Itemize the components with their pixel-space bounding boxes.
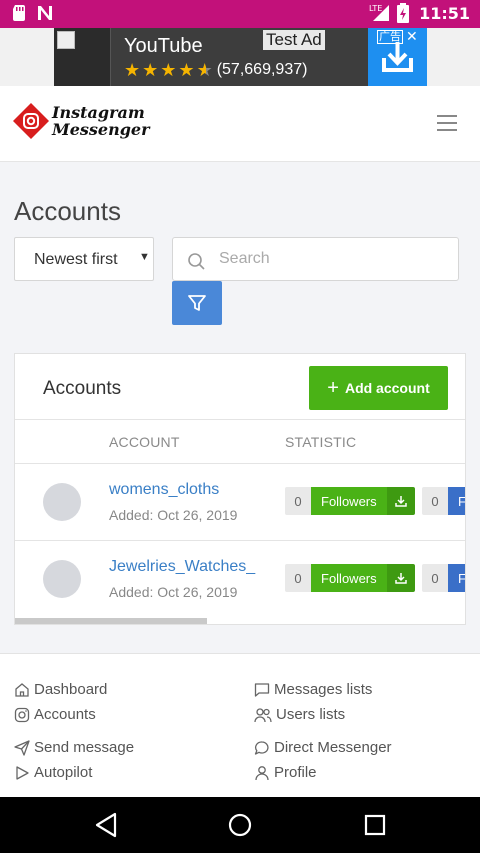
ad-title: YouTube bbox=[124, 35, 203, 57]
chat-square-icon bbox=[254, 682, 270, 697]
following-stat[interactable]: 0 Fo bbox=[422, 487, 465, 515]
search-icon bbox=[188, 253, 205, 270]
star-icon: ★ bbox=[142, 60, 159, 80]
accounts-card: Accounts + Add account ACCOUNT STATISTIC… bbox=[14, 353, 466, 625]
play-icon bbox=[16, 765, 29, 780]
star-icon: ★ bbox=[178, 60, 195, 80]
followers-stat[interactable]: 0 Followers bbox=[285, 487, 415, 515]
ad-rating: ★ ★ ★ ★ ★ (57,669,937) bbox=[124, 60, 307, 80]
sd-card-icon bbox=[13, 5, 25, 21]
following-stat[interactable]: 0 Fo bbox=[422, 564, 465, 592]
hamburger-icon[interactable] bbox=[437, 115, 457, 131]
account-name-link[interactable]: Jewelries_Watches_ bbox=[109, 558, 255, 576]
footer-link-direct-messenger[interactable]: Direct Messenger bbox=[254, 739, 392, 756]
footer-link-profile[interactable]: Profile bbox=[254, 764, 317, 781]
back-icon[interactable] bbox=[94, 812, 118, 838]
star-icon: ★ bbox=[124, 60, 141, 80]
footer-label: Messages lists bbox=[274, 681, 373, 698]
add-account-label: Add account bbox=[344, 380, 430, 396]
page-title: Accounts bbox=[14, 196, 121, 226]
avatar[interactable] bbox=[43, 483, 81, 521]
logo-line-1: Instagram bbox=[52, 103, 145, 122]
table-row: womens_cloths Added: Oct 26, 2019 0 Foll… bbox=[15, 464, 465, 541]
followers-count: 0 bbox=[285, 564, 311, 592]
following-count: 0 bbox=[422, 487, 448, 515]
plus-icon: + bbox=[327, 377, 339, 399]
account-name-link[interactable]: womens_cloths bbox=[109, 481, 219, 499]
footer-link-users-lists[interactable]: Users lists bbox=[254, 706, 345, 723]
logo-text: Instagram Messenger bbox=[52, 104, 150, 138]
download-icon[interactable] bbox=[386, 487, 415, 515]
ad-container: YouTube Test Ad ★ ★ ★ ★ ★ (57,669,937) 广… bbox=[0, 28, 480, 86]
column-header-statistic: STATISTIC bbox=[285, 434, 357, 450]
footer-label: Direct Messenger bbox=[274, 739, 392, 756]
svg-text:LTE: LTE bbox=[369, 4, 382, 13]
footer-link-messages-lists[interactable]: Messages lists bbox=[254, 681, 372, 698]
chat-bubble-icon bbox=[254, 740, 269, 755]
app-logo[interactable]: Instagram Messenger bbox=[12, 102, 150, 140]
footer-link-accounts[interactable]: Accounts bbox=[14, 706, 96, 723]
add-account-button[interactable]: + Add account bbox=[309, 366, 448, 410]
following-count: 0 bbox=[422, 564, 448, 592]
recents-icon[interactable] bbox=[364, 812, 386, 838]
footer-link-dashboard[interactable]: Dashboard bbox=[14, 681, 107, 698]
clock: 11:51 bbox=[419, 3, 470, 23]
horizontal-scrollbar[interactable] bbox=[15, 618, 207, 624]
ad-rating-count: (57,669,937) bbox=[216, 61, 308, 78]
footer-link-autopilot[interactable]: Autopilot bbox=[14, 764, 92, 781]
footer-label: Dashboard bbox=[34, 681, 108, 698]
table-row: Jewelries_Watches_ Added: Oct 26, 2019 0… bbox=[15, 541, 465, 618]
following-label: Fo bbox=[448, 564, 465, 592]
followers-stat[interactable]: 0 Followers bbox=[285, 564, 415, 592]
user-icon bbox=[255, 765, 269, 780]
system-nav-bar bbox=[0, 797, 480, 853]
filter-icon bbox=[188, 295, 206, 311]
status-bar: LTE 11:51 bbox=[0, 0, 480, 28]
download-icon[interactable] bbox=[386, 564, 415, 592]
sort-value: Newest first bbox=[34, 251, 118, 268]
followers-count: 0 bbox=[285, 487, 311, 515]
followers-label: Followers bbox=[311, 564, 387, 592]
logo-diamond-icon bbox=[13, 103, 49, 139]
account-added-date: Added: Oct 26, 2019 bbox=[109, 584, 238, 600]
footer-label: Accounts bbox=[34, 706, 96, 723]
column-header-account: ACCOUNT bbox=[109, 434, 180, 450]
footer-label: Autopilot bbox=[34, 764, 93, 781]
n-notification-icon bbox=[38, 6, 52, 20]
home-circle-icon[interactable] bbox=[228, 812, 252, 838]
caret-down-icon: ▼ bbox=[139, 251, 150, 263]
ad-badge: Test Ad bbox=[263, 30, 325, 50]
users-icon bbox=[254, 707, 272, 722]
instagram-icon bbox=[14, 707, 30, 722]
card-title: Accounts bbox=[43, 378, 122, 399]
sort-select[interactable]: Newest first ▼ bbox=[14, 237, 154, 281]
home-icon bbox=[15, 682, 29, 697]
account-added-date: Added: Oct 26, 2019 bbox=[109, 507, 238, 523]
search-box[interactable] bbox=[172, 237, 459, 281]
ad-image-placeholder bbox=[54, 28, 111, 86]
footer-label: Profile bbox=[274, 764, 317, 781]
ad-close-icon[interactable]: ✕ bbox=[406, 28, 418, 45]
footer-link-send-message[interactable]: Send message bbox=[14, 739, 134, 756]
filter-button[interactable] bbox=[172, 281, 222, 325]
followers-label: Followers bbox=[311, 487, 387, 515]
footer-label: Send message bbox=[34, 739, 135, 756]
battery-icon bbox=[397, 3, 410, 23]
star-icon: ★ bbox=[160, 60, 177, 80]
app-header: Instagram Messenger bbox=[0, 86, 480, 162]
paper-plane-icon bbox=[14, 739, 30, 756]
signal-icon: LTE bbox=[369, 4, 390, 21]
avatar[interactable] bbox=[43, 560, 81, 598]
divider bbox=[15, 419, 465, 420]
following-label: Fo bbox=[448, 487, 465, 515]
footer-label: Users lists bbox=[276, 706, 346, 723]
footer-nav: Dashboard Accounts Send message Autopilo… bbox=[0, 653, 480, 797]
ad-choices-badge[interactable]: 广告 bbox=[377, 30, 403, 44]
logo-line-2: Messenger bbox=[52, 120, 150, 139]
ad-banner[interactable]: YouTube Test Ad ★ ★ ★ ★ ★ (57,669,937) 广… bbox=[54, 28, 427, 86]
search-input[interactable] bbox=[219, 248, 439, 270]
half-star-icon: ★ bbox=[196, 60, 213, 80]
